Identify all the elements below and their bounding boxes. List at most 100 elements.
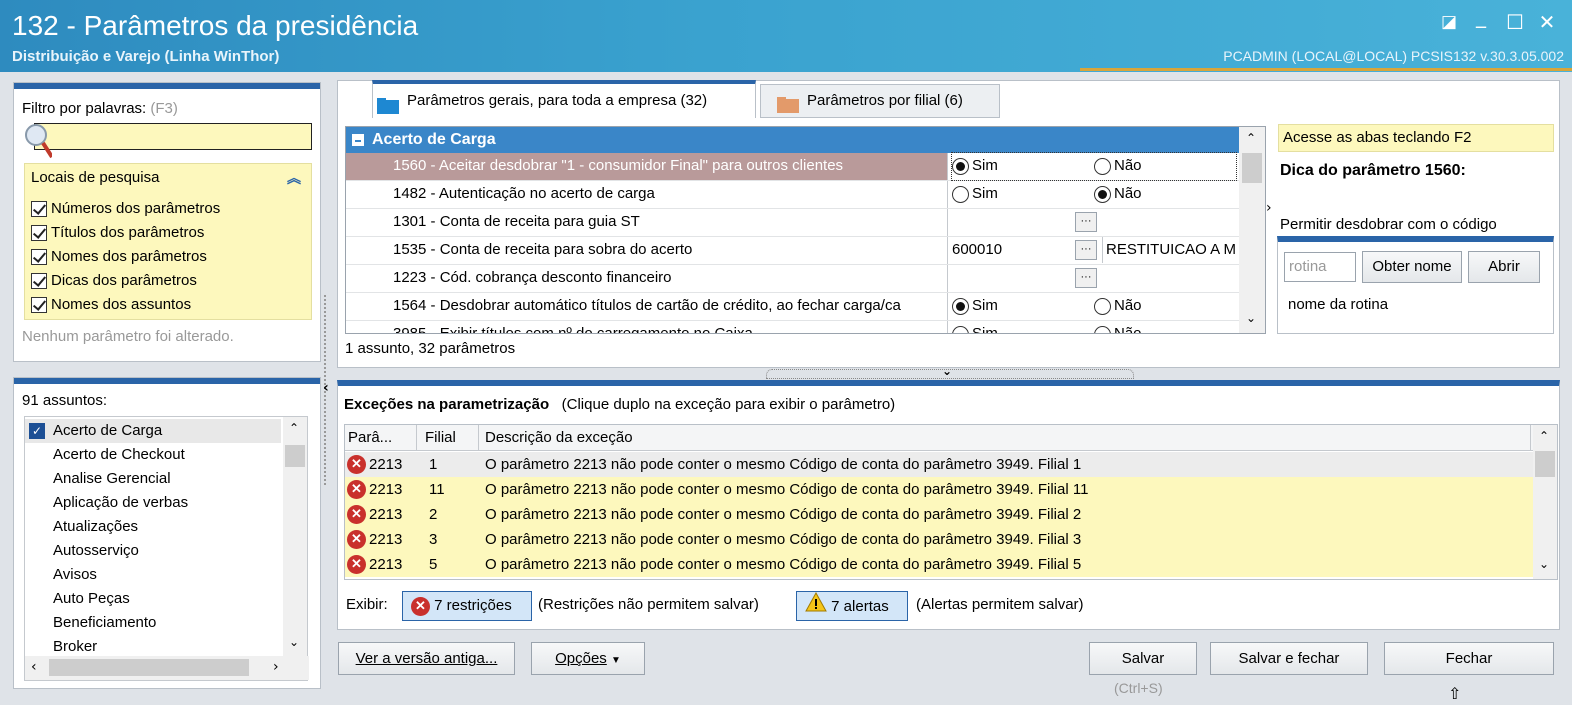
alerts-toggle[interactable]: 7 alertas (796, 591, 908, 621)
restrictions-label: 7 restrições (434, 597, 512, 614)
location-option[interactable]: Dicas dos parâmetros (31, 270, 220, 294)
restore-icon[interactable]: ◪ (1436, 10, 1462, 34)
ellipsis-button[interactable]: ··· (1075, 212, 1097, 232)
exception-row[interactable]: ✕ 2213 3 O parâmetro 2213 não pode conter o… (345, 527, 1533, 552)
collapse-icon[interactable]: ︽ (287, 168, 301, 188)
get-name-button[interactable]: Obter nome (1362, 251, 1462, 283)
subject-item[interactable]: ✓ Acerto de Carga (25, 419, 281, 443)
param-row[interactable]: 1301 - Conta de receita para guia ST ··· (346, 209, 1239, 237)
ellipsis-button[interactable]: ··· (1075, 268, 1097, 288)
scroll-right-icon[interactable]: › (273, 659, 279, 675)
open-button[interactable]: Abrir (1468, 251, 1540, 283)
checkbox[interactable] (31, 201, 47, 218)
radio-yes[interactable]: Sim (952, 321, 998, 333)
subject-item[interactable]: Beneficiamento (25, 611, 281, 635)
exceptions-header: Parâ... Filial Descrição da exceção (345, 425, 1533, 451)
minimize-button[interactable]: _ (1468, 4, 1494, 28)
param-row[interactable]: 1560 - Aceitar desdobrar "1 - consumidor… (346, 152, 1239, 181)
ellipsis-button[interactable]: ··· (1075, 240, 1097, 260)
scroll-left-icon[interactable]: ‹ (31, 659, 37, 675)
radio-yes[interactable]: Sim (952, 153, 998, 179)
scroll-down-icon[interactable]: ⌄ (1246, 311, 1256, 325)
radio-yes[interactable]: Sim (952, 181, 998, 207)
options-button[interactable]: Opções ▼ (531, 642, 645, 675)
checkbox[interactable] (31, 297, 47, 314)
location-option[interactable]: Números dos parâmetros (31, 198, 220, 222)
radio-no[interactable]: Não (1094, 153, 1142, 179)
scroll-up-icon[interactable]: ⌃ (1539, 429, 1549, 443)
exceptions-scrollbar[interactable]: ⌃ ⌄ (1533, 425, 1557, 579)
panel-accent (14, 378, 320, 384)
save-close-button[interactable]: Salvar e fechar (1210, 642, 1368, 675)
restrictions-toggle[interactable]: ✕ 7 restrições (402, 591, 532, 621)
param-row[interactable]: 1564 - Desdobrar automático títulos de c… (346, 293, 1239, 321)
exceptions-grid[interactable]: Parâ... Filial Descrição da exceção ✕ 221… (344, 424, 1558, 580)
alerts-label: 7 alertas (831, 597, 889, 615)
exception-row[interactable]: ✕ 2213 5 O parâmetro 2213 não pode conter o… (345, 552, 1533, 577)
exception-row[interactable]: ✕ 2213 1 O parâmetro 2213 não pode conter o… (345, 452, 1533, 477)
close-button[interactable]: Fechar (1384, 642, 1554, 675)
search-input[interactable] (34, 123, 312, 150)
warning-icon (805, 591, 827, 622)
subject-item[interactable]: Auto Peças (25, 587, 281, 611)
col-description[interactable]: Descrição da exceção (481, 425, 1531, 450)
checkbox[interactable] (31, 249, 47, 266)
group-header[interactable]: Acerto de Carga (346, 127, 1239, 153)
param-row[interactable]: 1223 - Cód. cobrança desconto financeiro… (346, 265, 1239, 293)
radio-yes[interactable]: Sim (952, 293, 998, 319)
scroll-thumb[interactable] (1535, 451, 1555, 477)
expand-hint-icon[interactable]: › (1266, 200, 1272, 216)
scroll-thumb[interactable] (1242, 153, 1262, 183)
scroll-down-icon[interactable]: ⌄ (1539, 557, 1549, 571)
param-value[interactable]: 600010 (952, 237, 1072, 263)
subjects-scrollbar[interactable]: ⌃ ⌄ (283, 417, 307, 657)
col-filial[interactable]: Filial (419, 425, 479, 450)
checked-icon[interactable]: ✓ (29, 423, 45, 439)
scroll-up-icon[interactable]: ⌃ (1246, 131, 1256, 145)
radio-no[interactable]: Não (1094, 181, 1142, 207)
collapse-down-icon[interactable]: ⌄ (942, 364, 952, 378)
scroll-up-icon[interactable]: ⌃ (289, 421, 299, 435)
save-button[interactable]: Salvar (1089, 642, 1197, 675)
tab-general[interactable]: Parâmetros gerais, para toda a empresa (… (372, 80, 756, 118)
collapse-group-icon[interactable] (352, 134, 364, 146)
param-name: 1301 - Conta de receita para guia ST (346, 209, 948, 236)
maximize-button[interactable]: ☐ (1502, 10, 1528, 34)
location-option[interactable]: Nomes dos parâmetros (31, 246, 220, 270)
subject-item[interactable]: Analise Gerencial (25, 467, 281, 491)
params-scrollbar[interactable]: ⌃ ⌄ (1239, 127, 1265, 333)
param-row[interactable]: 1535 - Conta de receita para sobra do ac… (346, 237, 1239, 265)
collapse-left-icon[interactable]: ‹ (323, 380, 329, 396)
exception-row[interactable]: ✕ 2213 11 O parâmetro 2213 não pode conter … (345, 477, 1533, 502)
radio-no[interactable]: Não (1094, 321, 1142, 333)
tab-by-branch[interactable]: Parâmetros por filial (6) (760, 84, 1000, 118)
subject-item[interactable]: Atualizações (25, 515, 281, 539)
subject-item[interactable]: Aplicação de verbas (25, 491, 281, 515)
param-name: 3985 - Exibir títulos com nº do carregam… (346, 321, 948, 333)
exception-desc: O parâmetro 2213 não pode conter o mesmo… (485, 531, 1082, 548)
params-grid[interactable]: Acerto de Carga 1560 - Aceitar desdobrar… (345, 126, 1266, 334)
location-option[interactable]: Nomes dos assuntos (31, 294, 220, 318)
exception-row[interactable]: ✕ 2213 2 O parâmetro 2213 não pode conter o… (345, 502, 1533, 527)
col-param[interactable]: Parâ... (347, 425, 417, 450)
routine-input[interactable]: rotina (1284, 252, 1356, 282)
checkbox[interactable] (31, 225, 47, 242)
subjects-list[interactable]: ✓ Acerto de Carga Acerto de Checkout Analis… (24, 416, 309, 681)
radio-no[interactable]: Não (1094, 293, 1142, 319)
old-version-button[interactable]: Ver a versão antiga... (338, 642, 515, 675)
subject-label: Broker (53, 638, 98, 655)
subject-item[interactable]: Acerto de Checkout (25, 443, 281, 467)
hscroll-thumb[interactable] (49, 659, 249, 676)
param-row[interactable]: 1482 - Autenticação no acerto de carga Si… (346, 181, 1239, 209)
subject-item[interactable]: Avisos (25, 563, 281, 587)
subjects-hscrollbar[interactable]: ‹ › (25, 656, 309, 680)
folder-icon (777, 93, 799, 114)
scroll-down-icon[interactable]: ⌄ (289, 635, 299, 649)
subject-item[interactable]: Autosserviço (25, 539, 281, 563)
scroll-thumb[interactable] (285, 445, 305, 467)
location-option[interactable]: Títulos dos parâmetros (31, 222, 220, 246)
radio-yes-label: Sim (972, 185, 998, 202)
checkbox[interactable] (31, 273, 47, 290)
param-row[interactable]: 3985 - Exibir títulos com nº do carregam… (346, 321, 1239, 333)
close-window-button[interactable]: ✕ (1534, 10, 1560, 34)
